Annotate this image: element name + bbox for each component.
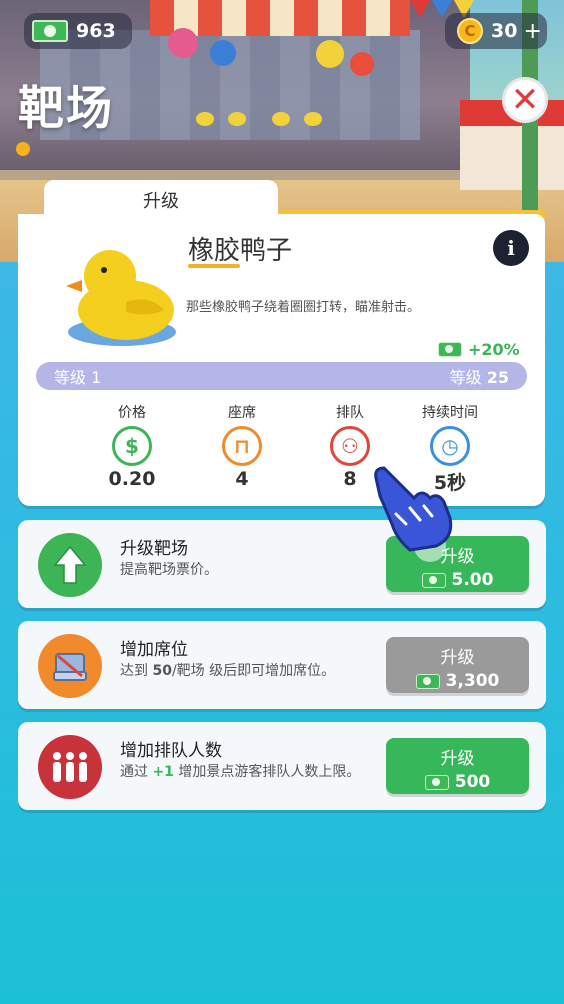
row-description: 提高靶场票价。 [120, 562, 218, 578]
level-target: 等级 25 [450, 364, 509, 388]
duck-target [304, 112, 322, 126]
desc-highlight: +1 [152, 764, 174, 780]
income-bonus: +20% [438, 340, 520, 359]
upgrade-button-label: 升级 [440, 648, 475, 668]
notification-dot [16, 142, 30, 156]
row-title: 增加排队人数 [120, 741, 222, 761]
stat-label: 排队 [336, 405, 364, 421]
upgrade-row-ticket-price: 升级靶场 提高靶场票价。 升级 5.00 [18, 520, 546, 608]
item-description: 那些橡胶鸭子绕着圈圈打转，瞄准射击。 [186, 300, 421, 315]
upgrade-button[interactable]: 升级 500 [386, 738, 529, 794]
item-name: 橡胶鸭子 [188, 236, 293, 266]
stat-label: 持续时间 [422, 405, 478, 421]
close-icon: ✕ [510, 80, 540, 120]
up-arrow-icon [38, 533, 102, 597]
row-title: 增加席位 [120, 640, 188, 660]
stat-price: 价格 $ 0.20 [82, 402, 182, 490]
upgrade-button[interactable]: 升级 5.00 [386, 536, 529, 592]
cash-icon [421, 572, 446, 588]
attraction-card: 橡胶鸭子 i 那些橡胶鸭子绕着圈圈打转，瞄准射击。 +20% 等级 1 等级 2… [18, 214, 545, 506]
upgrade-button-locked[interactable]: 升级 3,300 [386, 637, 529, 693]
upgrade-cost: 5.00 [386, 570, 529, 590]
add-coins-icon[interactable]: + [523, 19, 541, 44]
stat-value: 5秒 [433, 472, 467, 494]
stat-label: 座席 [228, 405, 256, 421]
queue-people-icon [38, 735, 102, 799]
cash-icon [424, 774, 449, 790]
desc-suffix: /靶场 级后即可增加席位。 [171, 663, 336, 679]
upgrade-button-label: 升级 [440, 749, 475, 769]
clock-icon: ◷ [430, 426, 470, 466]
desc-prefix: 达到 [120, 663, 153, 679]
coin-icon: C [457, 18, 483, 44]
cash-counter: 963 [24, 13, 132, 49]
info-button[interactable]: i [493, 230, 529, 266]
page-title: 靶场 [18, 81, 114, 135]
stat-value: 4 [235, 468, 249, 490]
stat-label: 价格 [118, 405, 146, 421]
name-underline [188, 264, 240, 268]
stat-seats: 座席 ⊓ 4 [192, 402, 292, 490]
upgrade-row-seats: 增加席位 达到 50/靶场 级后即可增加席位。 升级 3,300 [18, 621, 546, 709]
duck-target [196, 112, 214, 126]
bonus-value: +20% [468, 340, 520, 359]
coin-amount: 30 [491, 20, 518, 42]
level-current: 等级 1 [54, 368, 102, 387]
stat-value: 8 [343, 468, 357, 490]
close-button[interactable]: ✕ [502, 77, 548, 123]
tab-upgrade-label: 升级 [143, 191, 179, 212]
queue-icon: ⚇ [330, 426, 370, 466]
pennant-flag [410, 0, 430, 18]
stat-queue: 排队 ⚇ 8 [300, 402, 400, 490]
toy-prize [168, 28, 198, 58]
cash-amount: 963 [76, 20, 116, 42]
dollar-icon: $ [112, 426, 152, 466]
row-title: 升级靶场 [120, 539, 188, 559]
desc-suffix: 增加景点游客排队人数上限。 [173, 764, 361, 780]
toy-prize [316, 40, 344, 68]
rubber-duck-icon [66, 250, 176, 346]
level-target-value: 25 [486, 368, 509, 387]
info-icon: i [507, 236, 515, 260]
row-description: 达到 50/靶场 级后即可增加席位。 [120, 661, 370, 681]
duck-target [272, 112, 290, 126]
coin-counter[interactable]: C 30 + [445, 13, 547, 49]
upgrade-row-queue: 增加排队人数 通过 +1 增加景点游客排队人数上限。 升级 500 [18, 722, 546, 810]
stat-duration: 持续时间 ◷ 5秒 [400, 402, 500, 495]
upgrade-cost: 3,300 [386, 671, 529, 691]
cost-value: 3,300 [445, 671, 500, 691]
seat-icon [38, 634, 102, 698]
cash-icon [415, 673, 440, 689]
toy-prize [350, 52, 374, 76]
cost-value: 500 [454, 772, 491, 792]
level-target-label: 等级 [449, 368, 482, 387]
toy-prize [210, 40, 236, 66]
desc-highlight: 50 [152, 663, 172, 679]
cash-icon [32, 20, 68, 42]
stat-value: 0.20 [108, 468, 156, 490]
cash-icon [438, 342, 462, 357]
row-description: 通过 +1 增加景点游客排队人数上限。 [120, 762, 370, 782]
desc-prefix: 通过 [120, 764, 153, 780]
seat-icon: ⊓ [222, 426, 262, 466]
upgrade-button-label: 升级 [440, 547, 475, 567]
stats-panel: 价格 $ 0.20 座席 ⊓ 4 排队 ⚇ 8 持续时间 ◷ 5秒 [78, 402, 518, 495]
cost-value: 5.00 [451, 570, 494, 590]
level-progress-bar: 等级 1 等级 25 [36, 362, 527, 390]
upgrade-cost: 500 [386, 772, 529, 792]
duck-target [228, 112, 246, 126]
